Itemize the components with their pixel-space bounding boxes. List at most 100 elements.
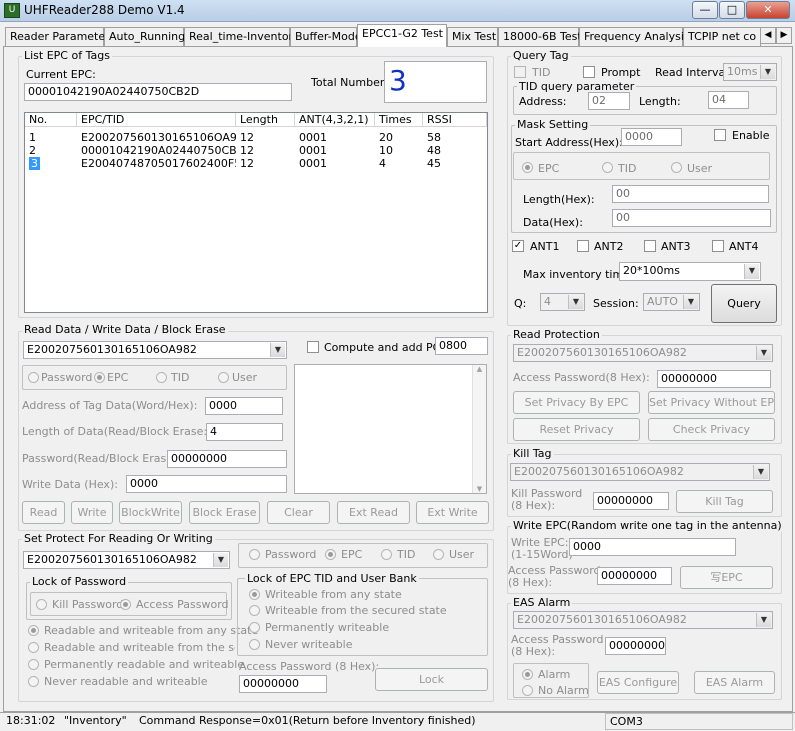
minimize-button[interactable]: — — [692, 1, 718, 19]
pwd-mode-radio-2[interactable] — [28, 659, 39, 670]
kill-pwd-field[interactable]: 00000000 — [593, 492, 669, 510]
col-epc-tid[interactable]: EPC/TID — [77, 113, 236, 127]
pwd-mode-radio-0[interactable] — [28, 625, 39, 636]
scrollbar[interactable]: ▲ ▼ — [472, 365, 486, 493]
kill-tag-button[interactable]: Kill Tag — [676, 490, 773, 513]
radio-tid[interactable] — [156, 372, 167, 383]
session-select[interactable]: AUTO ▼ — [643, 293, 700, 311]
mask-len-field[interactable]: 00 — [612, 185, 769, 203]
max-inventory-select[interactable]: 20*100ms ▼ — [619, 262, 761, 281]
mask-data-field[interactable]: 00 — [612, 209, 771, 227]
pwd-field[interactable]: 00000000 — [167, 450, 287, 468]
eas-epc-select[interactable]: E200207560130165106OA982 ▼ — [513, 611, 773, 629]
tid-length-field[interactable]: 04 — [708, 91, 749, 109]
ext-write-button[interactable]: Ext Write — [416, 501, 489, 524]
block-write-button[interactable]: BlockWrite — [119, 501, 182, 524]
col-rssi[interactable]: RSSI — [423, 113, 487, 127]
bank-mode-radio-2[interactable] — [249, 622, 260, 633]
set-privacy-no-epc-button[interactable]: Set Privacy Without EPC — [648, 391, 775, 414]
protect-radio-user[interactable] — [433, 549, 444, 560]
radio-epc[interactable] — [94, 372, 105, 383]
access-password-radio[interactable] — [120, 599, 131, 610]
read-button[interactable]: Read — [22, 501, 65, 524]
q-select[interactable]: 4 ▼ — [540, 293, 585, 311]
mask-enable-checkbox[interactable] — [714, 129, 726, 141]
ext-read-button[interactable]: Ext Read — [337, 501, 410, 524]
current-epc-field[interactable]: 00001042190A02440750CB2D — [24, 83, 292, 101]
prompt-checkbox[interactable] — [583, 66, 595, 78]
tab-tcpip-net-config[interactable]: TCPIP net co — [683, 27, 761, 46]
check-privacy-button[interactable]: Check Privacy — [648, 418, 775, 441]
tab-scroll-right-icon[interactable]: ▶ — [776, 27, 792, 44]
read-interval-select[interactable]: 10ms ▼ — [723, 63, 777, 81]
col-ant[interactable]: ANT(4,3,2,1) — [295, 113, 375, 127]
query-button[interactable]: Query — [711, 284, 777, 323]
tab-reader-parameter[interactable]: Reader Parameter — [5, 27, 110, 46]
mask-radio-tid[interactable] — [602, 162, 613, 173]
clear-button[interactable]: Clear — [267, 501, 330, 524]
alarm-radio[interactable] — [522, 669, 533, 680]
tab-auto-running[interactable]: Auto_Running — [104, 27, 185, 46]
radio-password[interactable] — [28, 372, 39, 383]
tid-checkbox[interactable] — [514, 66, 526, 78]
pwd-mode-radio-3[interactable] — [28, 676, 39, 687]
tid-address-field[interactable]: 02 — [588, 92, 630, 110]
rp-epc-select[interactable]: E200207560130165106OA982 ▼ — [513, 344, 773, 362]
total-number-field[interactable]: 3 — [384, 61, 487, 103]
tab-frequency-analysis[interactable]: Frequency Analysis — [579, 27, 690, 46]
tab-scroll-left-icon[interactable]: ◀ — [760, 27, 776, 44]
bank-mode-radio-1[interactable] — [249, 605, 260, 616]
tab-mix-test[interactable]: Mix Test — [447, 27, 498, 46]
radio-user[interactable] — [218, 372, 229, 383]
bank-mode-radio-0[interactable] — [249, 589, 260, 600]
eas-alarm-button[interactable]: EAS Alarm — [694, 671, 775, 694]
tag-list[interactable]: No. EPC/TID Length ANT(4,3,2,1) Times RS… — [24, 112, 488, 313]
pwd-mode-radio-1[interactable] — [28, 642, 39, 653]
close-button[interactable]: ✕ — [746, 1, 790, 19]
write-button[interactable]: Write — [71, 501, 113, 524]
ant4-checkbox[interactable] — [712, 240, 724, 252]
addr-field[interactable]: 0000 — [205, 397, 283, 415]
protect-access-field[interactable]: 00000000 — [239, 675, 327, 693]
table-row[interactable]: 2 00001042190A02440750CB... 12 0001 10 4… — [25, 144, 487, 157]
len-field[interactable]: 4 — [206, 423, 283, 441]
compute-pc-field[interactable]: 0800 — [435, 337, 488, 355]
tab-buffer-mode[interactable]: Buffer-Mode — [290, 27, 362, 46]
protect-radio-tid[interactable] — [381, 549, 392, 560]
protect-epc-select[interactable]: E200207560130165106OA982 ▼ — [23, 551, 230, 569]
maximize-button[interactable]: □ — [719, 1, 745, 19]
protect-radio-password[interactable] — [249, 549, 260, 560]
ant2-checkbox[interactable] — [577, 240, 589, 252]
col-length[interactable]: Length — [236, 113, 295, 127]
rw-output-box[interactable]: ▲ ▼ — [294, 364, 487, 494]
rp-access-field[interactable]: 00000000 — [657, 370, 771, 388]
eas-access-field[interactable]: 00000000 — [605, 637, 666, 655]
bank-mode-radio-3[interactable] — [249, 639, 260, 650]
write-epc-access-field[interactable]: 00000000 — [597, 567, 672, 585]
kill-password-radio[interactable] — [36, 599, 47, 610]
set-privacy-epc-button[interactable]: Set Privacy By EPC — [513, 391, 640, 414]
table-row[interactable]: 1 E200207560130165106OA982 12 0001 20 58 — [25, 131, 487, 144]
mask-radio-user[interactable] — [671, 162, 682, 173]
lock-button[interactable]: Lock — [375, 668, 488, 691]
mask-start-field[interactable]: 0000 — [621, 128, 682, 146]
ant3-checkbox[interactable] — [644, 240, 656, 252]
reset-privacy-button[interactable]: Reset Privacy — [513, 418, 640, 441]
no-alarm-radio[interactable] — [522, 685, 533, 696]
kill-epc-select[interactable]: E200207560130165106OA982 ▼ — [510, 463, 770, 481]
eas-configure-button[interactable]: EAS Configure — [597, 671, 679, 694]
write-field[interactable]: 0000 — [126, 475, 287, 493]
col-no[interactable]: No. — [25, 113, 77, 127]
col-times[interactable]: Times — [375, 113, 423, 127]
write-epc-button[interactable]: 写EPC — [680, 566, 773, 589]
protect-radio-epc[interactable] — [325, 549, 336, 560]
table-row[interactable]: 3 E20040748705017602400F5A5 12 0001 4 45 — [25, 157, 487, 170]
compute-pc-checkbox[interactable] — [307, 341, 319, 353]
tab-epcc1-g2-test[interactable]: EPCC1-G2 Test — [357, 24, 447, 47]
write-epc-field[interactable]: 0000 — [569, 538, 736, 556]
mask-radio-epc[interactable] — [522, 162, 533, 173]
block-erase-button[interactable]: Block Erase — [189, 501, 260, 524]
tab-real-time-inventory[interactable]: Real_time-Inventory — [184, 27, 300, 46]
rw-epc-select[interactable]: E200207560130165106OA982 ▼ — [23, 341, 287, 359]
tab-18000-6b-test[interactable]: 18000-6B Test — [498, 27, 582, 46]
